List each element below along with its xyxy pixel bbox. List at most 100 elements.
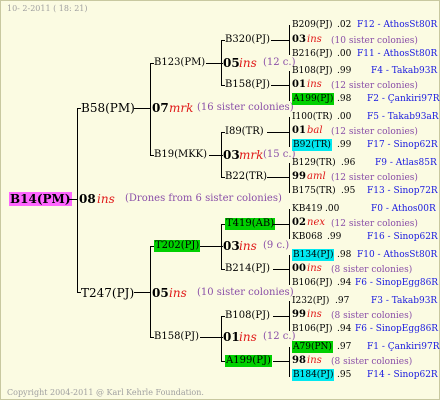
root-generation: 08 <box>79 192 96 206</box>
row-location: F3 - Takab93R <box>371 296 438 306</box>
b58-mark: mrk <box>169 101 194 115</box>
connector <box>289 301 290 331</box>
row-pct: .98 <box>337 94 352 104</box>
row-sisters: (8 sister colonies) <box>331 265 413 275</box>
queen-b58[interactable]: B58(PM) <box>81 101 135 115</box>
connector <box>267 177 289 178</box>
queen-b158-g3[interactable]: B158(PJ) <box>225 79 270 91</box>
root-mark: ins <box>97 192 115 206</box>
row-generation: 98 <box>292 355 306 366</box>
pedigree-canvas: 10- 2-2011 ( 18: 21) B14(PM) 08 ins (Dro… <box>0 0 440 400</box>
connector <box>289 255 290 285</box>
t202-sisters: (9 c.) <box>263 240 290 251</box>
b123-generation: 05 <box>223 56 240 70</box>
row-pct: .96 <box>341 158 356 168</box>
connector <box>150 63 151 156</box>
row-pct: .97 <box>335 296 350 306</box>
row-pct: .94 <box>337 278 352 288</box>
connector <box>273 316 289 317</box>
connector <box>289 25 290 55</box>
queen-t419[interactable]: T419(AB) <box>225 218 276 230</box>
row-label[interactable]: KB419 <box>292 203 323 215</box>
t247-mark: ins <box>169 286 187 300</box>
row-label[interactable]: A199(PJ) <box>292 93 335 105</box>
connector <box>221 224 222 270</box>
row-sisters: (8 sister colonies) <box>331 311 413 321</box>
queen-b123[interactable]: B123(PM) <box>154 57 205 69</box>
queen-b108[interactable]: B108(PJ) <box>225 310 270 322</box>
b19-generation: 03 <box>223 148 240 162</box>
row-location: F13 - Sinop72R <box>367 186 438 196</box>
b19-mark: mrk <box>239 148 264 162</box>
queen-t247[interactable]: T247(PJ) <box>81 286 134 300</box>
connector <box>221 40 222 86</box>
row-location: F17 - Sinop62R <box>367 140 438 150</box>
row-location: F2 - Çankiri97R <box>367 94 440 104</box>
connector <box>289 71 290 101</box>
row-location: F12 - AthosSt80R <box>357 20 438 30</box>
row-pct: .00 <box>325 204 340 214</box>
row-pct: .95 <box>341 186 356 196</box>
row-label[interactable]: I100(TR) <box>292 111 333 123</box>
b158-mark: ins <box>239 330 257 344</box>
row-label[interactable]: B106(PJ) <box>292 277 332 289</box>
row-location: F9 - Atlas85R <box>375 158 437 168</box>
b123-sisters: (12 c.) <box>263 57 296 68</box>
queen-b214[interactable]: B214(PJ) <box>225 263 270 275</box>
copyright-footer: Copyright 2004-2011 @ Karl Kehrle Founda… <box>7 388 204 397</box>
row-label[interactable]: B134(PJ) <box>292 249 335 261</box>
connector <box>273 269 289 270</box>
row-label[interactable]: KB068 <box>292 231 323 243</box>
connector <box>267 132 289 133</box>
row-mark: ins <box>307 79 322 90</box>
t247-sisters: (10 sister colonies) <box>197 287 294 298</box>
connector <box>134 292 150 293</box>
row-pct: .99 <box>337 66 352 76</box>
row-location: F10 - AthosSt80R <box>357 250 438 260</box>
b58-sisters: (16 sister colonies) <box>197 102 294 113</box>
row-location: F11 - AthosSt80R <box>357 49 438 59</box>
row-generation: 03 <box>292 34 306 45</box>
row-label[interactable]: B106(PJ) <box>292 323 332 335</box>
row-generation: 99 <box>292 171 306 182</box>
row-label[interactable]: B108(PJ) <box>292 65 332 77</box>
row-label[interactable]: B129(TR) <box>292 157 336 169</box>
connector <box>289 163 290 193</box>
queen-b158[interactable]: B158(PJ) <box>154 331 199 343</box>
root-queen[interactable]: B14(PM) <box>9 192 72 206</box>
date-header: 10- 2-2011 ( 18: 21) <box>7 4 88 13</box>
row-label[interactable]: B216(PJ) <box>292 48 332 60</box>
row-sisters: (8 sister colonies) <box>331 357 413 367</box>
row-label[interactable]: B209(PJ) <box>292 19 332 31</box>
connector <box>200 337 223 338</box>
row-label[interactable]: B175(TR) <box>292 185 336 197</box>
row-label[interactable]: B92(TR) <box>292 139 332 151</box>
row-location: F6 - SinopEgg86R <box>355 324 439 334</box>
queen-a199[interactable]: A199(PJ) <box>225 355 272 367</box>
row-sisters: (12 sister colonies) <box>331 219 418 229</box>
row-mark: bal <box>307 125 323 136</box>
queen-b320[interactable]: B320(PJ) <box>225 34 270 46</box>
row-label[interactable]: B184(PJ) <box>292 369 335 381</box>
row-sisters: (12 sister colonies) <box>331 173 418 183</box>
row-location: F5 - Takab93aR <box>367 112 439 122</box>
row-pct: .94 <box>337 324 352 334</box>
queen-i89[interactable]: I89(TR) <box>225 126 264 138</box>
root-sisters: (Drones from 6 sister colonies) <box>125 193 282 204</box>
queen-b19[interactable]: B19(MKK) <box>154 149 207 161</box>
row-label[interactable]: I232(PJ) <box>292 295 329 307</box>
queen-b22[interactable]: B22(TR) <box>225 171 267 183</box>
t202-mark: ins <box>239 239 257 253</box>
row-mark: aml <box>307 171 326 182</box>
queen-t202[interactable]: T202(PJ) <box>154 240 201 252</box>
row-generation: 01 <box>292 79 306 90</box>
row-pct: .97 <box>337 342 352 352</box>
row-location: F4 - Takab93R <box>371 66 438 76</box>
connector <box>289 209 290 239</box>
connector <box>221 316 222 362</box>
row-mark: ins <box>307 309 322 320</box>
b58-generation: 07 <box>152 101 169 115</box>
row-generation: 00 <box>292 263 306 274</box>
row-mark: ins <box>307 34 322 45</box>
row-label[interactable]: A79(PN) <box>292 341 333 353</box>
